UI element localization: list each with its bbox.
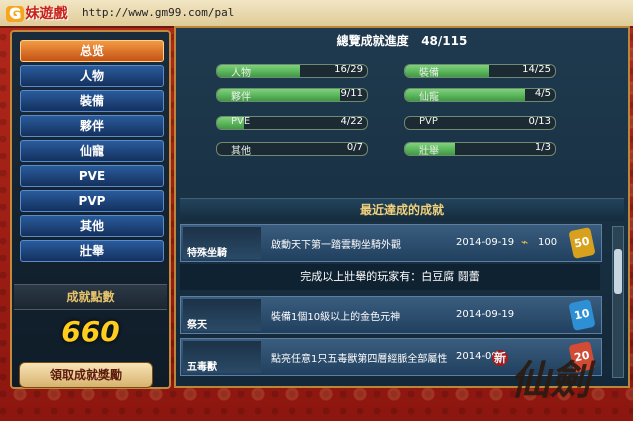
- progress-value: 4/5: [534, 88, 551, 99]
- summary-title: 總覽成就進度 48/115: [176, 32, 628, 49]
- achievement-tag: 特殊坐騎: [187, 248, 227, 259]
- points-badge: 10: [568, 299, 596, 331]
- progress-bar: 其他 0/7: [216, 142, 368, 156]
- feat-info: 完成以上壯舉的玩家有：白豆腐 鬪蕾: [180, 264, 600, 290]
- claim-reward-button[interactable]: 領取成就獎勵: [19, 362, 153, 388]
- progress-bar: 裝備 14/25: [404, 64, 556, 78]
- left-panel: 总览 人物 裝備 夥伴 仙寵 PVE PVP 其他 壯舉 成就點數 660: [10, 30, 171, 389]
- progress-bar: 人物 16/29: [216, 64, 368, 78]
- watermark-text: 仙劍: [510, 357, 590, 404]
- nav-overview[interactable]: 总览: [20, 40, 164, 62]
- achievement-tag: 祭天: [187, 320, 207, 331]
- points-value: 660: [61, 315, 120, 348]
- site-logo[interactable]: G 妹遊戲: [6, 3, 68, 23]
- nav-feat[interactable]: 壯舉: [20, 240, 164, 262]
- game-logo-watermark: 新 仙劍: [492, 348, 620, 416]
- progress-value: 1/3: [534, 142, 551, 153]
- achievement-desc: 裝備1個10級以上的金色元神: [271, 311, 401, 323]
- progress-label: 裝備: [419, 68, 439, 78]
- progress-value: 9/11: [340, 88, 363, 99]
- achievement-date: 2014-09-19: [456, 309, 515, 320]
- new-badge: 新: [492, 350, 508, 366]
- summary-value: 48/115: [421, 34, 468, 48]
- nav-other[interactable]: 其他: [20, 215, 164, 237]
- summary-label: 總覽成就進度: [336, 34, 409, 48]
- ingot-icon: ⌁: [521, 235, 529, 249]
- progress-bar: 仙寵 4/5: [404, 88, 556, 102]
- scrollbar-thumb[interactable]: [614, 249, 622, 294]
- progress-bar: 壯舉 1/3: [404, 142, 556, 156]
- achievement-date: 2014-09-19: [456, 237, 515, 248]
- progress-label: 仙寵: [419, 92, 439, 102]
- logo-letter: G: [6, 6, 24, 22]
- recent-achievements-header: 最近達成的成就: [180, 198, 624, 221]
- nav-pve[interactable]: PVE: [20, 165, 164, 187]
- progress-bar: PVP 0/13: [404, 116, 556, 130]
- nav-pet[interactable]: 仙寵: [20, 140, 164, 162]
- progress-bar: 夥伴 9/11: [216, 88, 368, 102]
- right-panel: 總覽成就進度 48/115 人物 16/29 裝備 14/25 夥伴 9/11 仙寵 4/5 P…: [174, 26, 630, 388]
- progress-value: 14/25: [522, 64, 551, 75]
- site-url[interactable]: http://www.gm99.com/pal: [82, 6, 234, 19]
- achievement-tag: 五毒獸: [187, 362, 217, 373]
- nav-pvp[interactable]: PVP: [20, 190, 164, 212]
- progress-value: 16/29: [334, 64, 363, 75]
- progress-fill: [405, 65, 489, 77]
- achievement-desc: 啟動天下第一踏雲駒坐騎外觀: [271, 239, 401, 251]
- progress-value: 0/13: [528, 116, 551, 127]
- nav-equipment[interactable]: 裝備: [20, 90, 164, 112]
- logo-text: 妹遊戲: [25, 6, 68, 22]
- achievement-row[interactable]: 特殊坐騎 啟動天下第一踏雲駒坐騎外觀 2014-09-19 ⌁ 100 50: [180, 224, 602, 262]
- progress-label: 人物: [231, 68, 251, 78]
- progress-label: 夥伴: [231, 92, 251, 102]
- progress-label: 其他: [231, 146, 251, 156]
- nav-partner[interactable]: 夥伴: [20, 115, 164, 137]
- top-bar: G 妹遊戲 http://www.gm99.com/pal: [0, 0, 633, 28]
- progress-label: PVP: [419, 116, 438, 127]
- achievement-desc: 點亮任意1只五毒獸第四層經脈全部屬性: [271, 353, 448, 365]
- progress-fill: [217, 65, 300, 77]
- progress-value: 0/7: [346, 142, 363, 153]
- points-title: 成就點數: [14, 284, 167, 310]
- nav-character[interactable]: 人物: [20, 65, 164, 87]
- achievement-row[interactable]: 祭天 裝備1個10級以上的金色元神 2014-09-19 10: [180, 296, 602, 334]
- reward-amount: 100: [538, 237, 558, 248]
- progress-label: 壯舉: [419, 146, 439, 156]
- progress-value: 4/22: [340, 116, 363, 127]
- progress-label: PVE: [231, 116, 251, 127]
- points-badge: 50: [568, 227, 596, 259]
- progress-bar: PVE 4/22: [216, 116, 368, 130]
